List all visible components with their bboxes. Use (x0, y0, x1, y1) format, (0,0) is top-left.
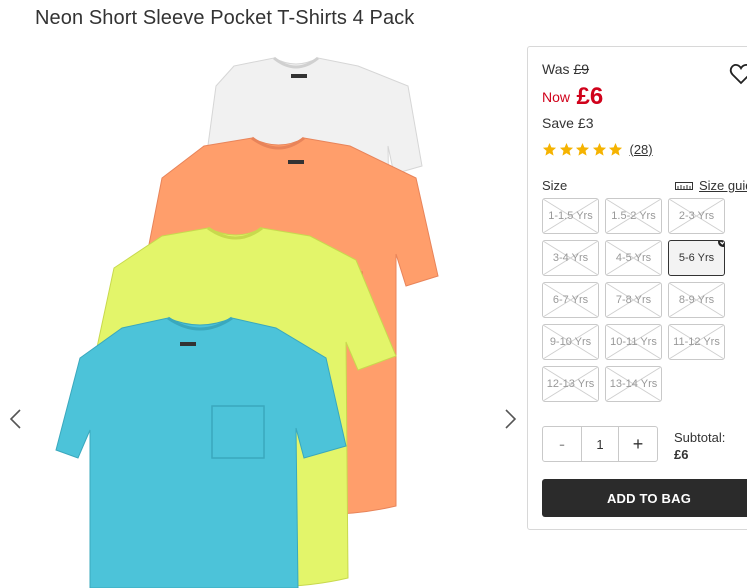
ruler-icon (675, 181, 693, 190)
size-option[interactable]: 3-4 Yrs (542, 240, 599, 276)
stars (542, 142, 625, 157)
size-guide-link[interactable]: Size guid (675, 178, 747, 193)
size-option-label: 11-12 Yrs (673, 336, 720, 348)
size-option[interactable]: 13-14 Yrs (605, 366, 662, 402)
star-icon (592, 142, 606, 156)
size-option[interactable]: 5-6 Yrs (668, 240, 725, 276)
save-amount: Save £3 (542, 115, 594, 131)
size-option-label: 5-6 Yrs (678, 252, 715, 264)
subtotal-value: £6 (674, 447, 689, 462)
size-label: Size (542, 178, 568, 193)
size-option-label: 8-9 Yrs (678, 294, 715, 306)
now-value: £6 (576, 83, 604, 110)
size-option[interactable]: 1-1.5 Yrs (542, 198, 599, 234)
size-option[interactable]: 4-5 Yrs (605, 240, 662, 276)
size-option-label: 4-5 Yrs (615, 252, 652, 264)
size-option-label: 10-11 Yrs (610, 336, 657, 348)
was-label: Was (542, 61, 570, 77)
star-icon (542, 142, 557, 156)
review-count-link[interactable]: (28) (630, 142, 653, 157)
was-price: Was £9 (542, 61, 589, 77)
star-rating: (28) (542, 141, 653, 157)
subtotal-label: Subtotal: (674, 430, 726, 445)
size-option-label: 13-14 Yrs (609, 378, 658, 390)
size-option[interactable]: 2-3 Yrs (668, 198, 725, 234)
size-option[interactable]: 1.5-2 Yrs (605, 198, 662, 234)
size-option[interactable]: 8-9 Yrs (668, 282, 725, 318)
size-option[interactable]: 9-10 Yrs (542, 324, 599, 360)
star-icon (575, 142, 590, 156)
size-option-label: 3-4 Yrs (552, 252, 589, 264)
chevron-right-icon[interactable] (500, 408, 520, 430)
product-title: Neon Short Sleeve Pocket T-Shirts 4 Pack (35, 7, 415, 29)
quantity-decrease-button[interactable]: - (543, 427, 581, 461)
save-value: £3 (577, 115, 594, 131)
star-icon (559, 142, 573, 156)
size-option-label: 12-13 Yrs (546, 378, 595, 390)
quantity-value[interactable]: 1 (581, 427, 619, 461)
size-option-label: 9-10 Yrs (549, 336, 592, 348)
was-value: £9 (573, 61, 590, 77)
size-option[interactable]: 10-11 Yrs (605, 324, 662, 360)
product-image (55, 56, 439, 588)
size-option[interactable]: 6-7 Yrs (542, 282, 599, 318)
star-icon (608, 142, 623, 156)
now-label: Now (542, 89, 571, 105)
purchase-panel: Was£9 Now £6 Save£3 (28) Size Size guid … (527, 46, 747, 530)
quantity-increase-button[interactable]: + (619, 427, 657, 461)
selected-check-icon (718, 241, 724, 247)
chevron-left-icon[interactable] (6, 408, 26, 430)
size-option[interactable]: 11-12 Yrs (668, 324, 725, 360)
wishlist-heart-icon[interactable] (729, 62, 747, 86)
quantity-stepper: - 1 + (542, 426, 658, 462)
size-option[interactable]: 7-8 Yrs (605, 282, 662, 318)
size-option[interactable]: 12-13 Yrs (542, 366, 599, 402)
size-option-label: 1.5-2 Yrs (611, 210, 656, 222)
size-option-label: 6-7 Yrs (552, 294, 589, 306)
product-image-gallery (0, 50, 527, 588)
size-guide-label: Size guid (699, 178, 747, 193)
size-option-label: 2-3 Yrs (678, 210, 715, 222)
save-label: Save (542, 115, 574, 131)
add-to-bag-button[interactable]: ADD TO BAG (542, 479, 747, 517)
subtotal: Subtotal: £6 (674, 429, 725, 463)
size-option-label: 1-1.5 Yrs (548, 210, 593, 222)
now-price: Now £6 (542, 83, 603, 111)
size-option-label: 7-8 Yrs (615, 294, 652, 306)
